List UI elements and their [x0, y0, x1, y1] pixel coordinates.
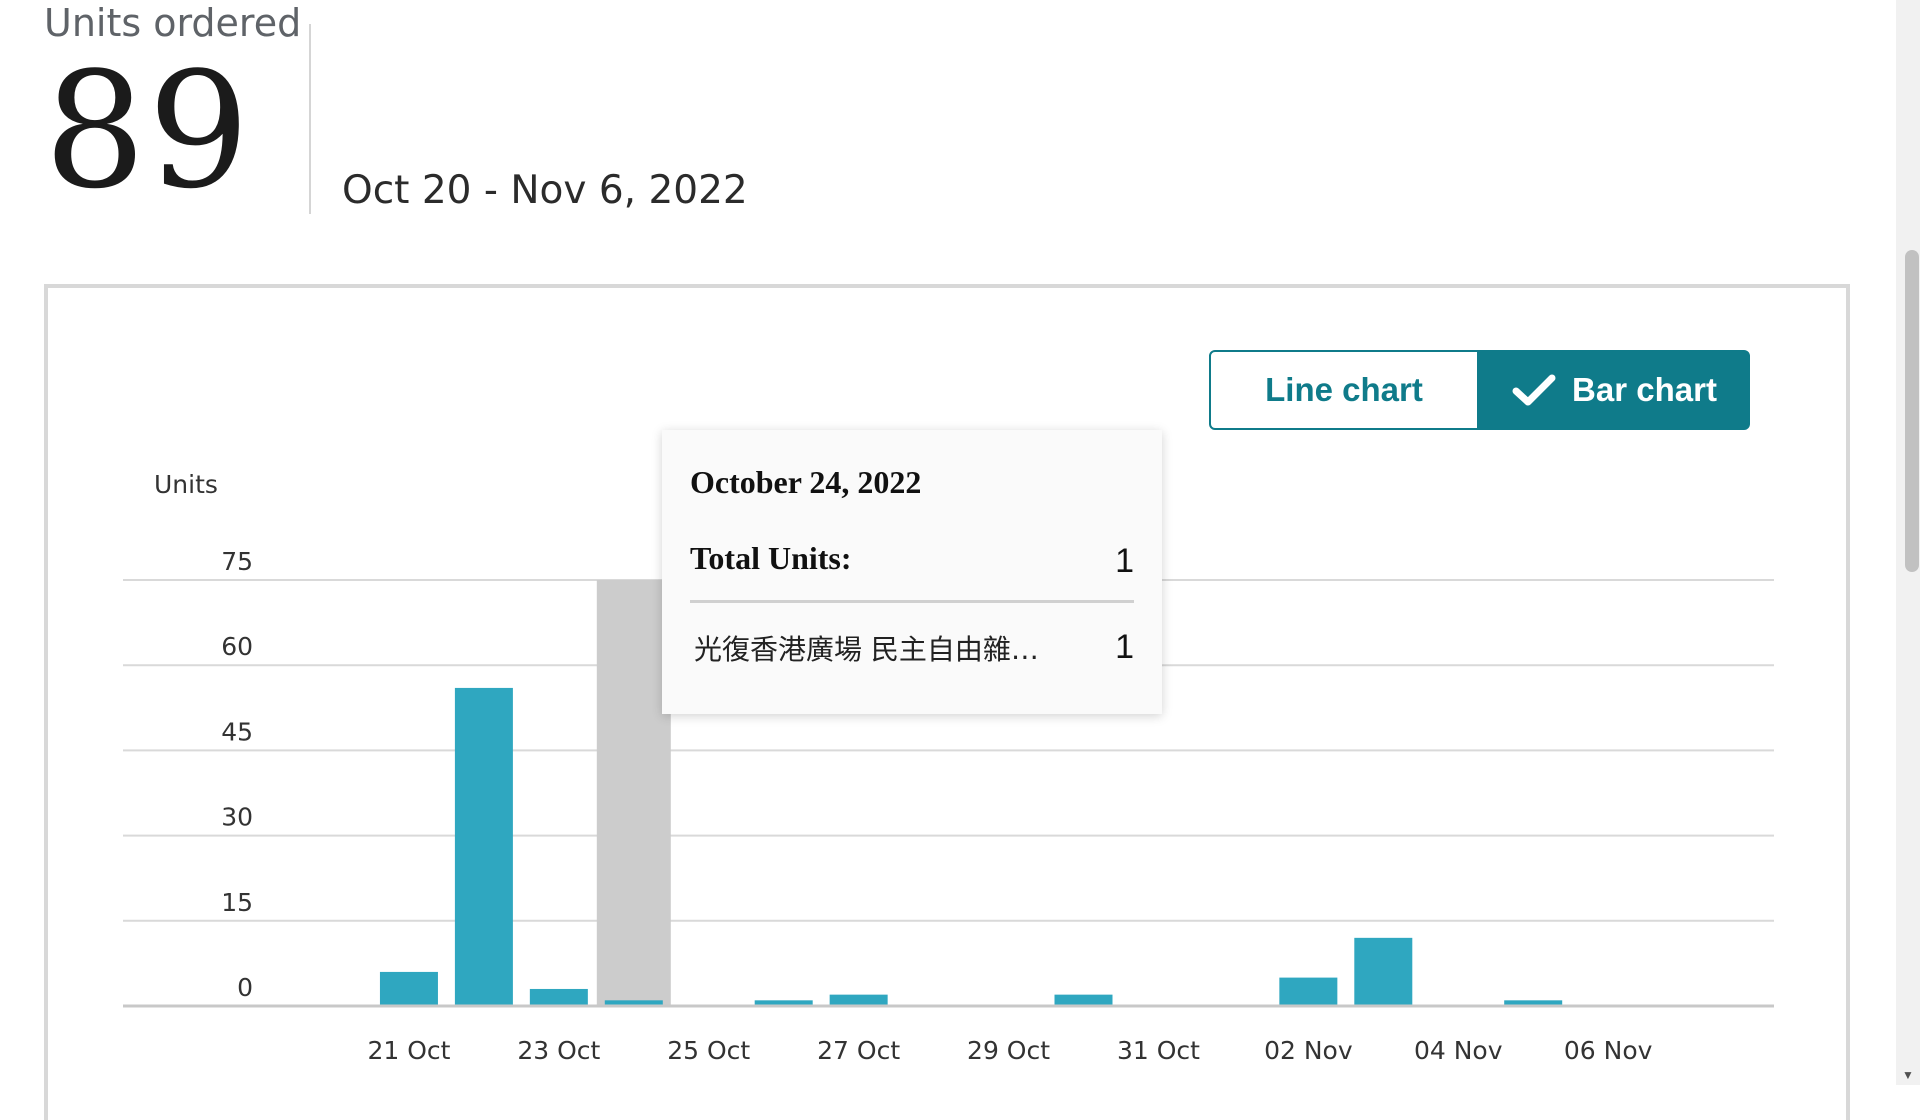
bar [1279, 977, 1338, 1006]
y-tick-label: 60 [221, 632, 253, 661]
bar [529, 988, 588, 1006]
x-tick-label: 27 Oct [817, 1036, 900, 1065]
x-tick-label: 02 Nov [1264, 1036, 1353, 1065]
tooltip-total-value: 1 [1115, 542, 1134, 580]
tooltip-date: October 24, 2022 [690, 464, 922, 500]
chart-tooltip: October 24, 2022 Total Units: 1 光復香港廣場 民… [662, 430, 1162, 714]
tooltip-divider [690, 600, 1134, 603]
x-tick-label: 25 Oct [667, 1036, 750, 1065]
y-tick-label: 75 [221, 547, 253, 576]
bar [1054, 994, 1113, 1006]
highlight-band [596, 580, 671, 1006]
x-tick-label: 04 Nov [1414, 1036, 1503, 1065]
tooltip-total-label: Total Units: [690, 540, 852, 576]
bar [829, 994, 888, 1006]
x-tick-label: 23 Oct [517, 1036, 600, 1065]
x-tick-label: 31 Oct [1117, 1036, 1200, 1065]
y-tick-label: 30 [221, 803, 253, 832]
bar [454, 687, 513, 1006]
bar [1354, 937, 1413, 1006]
x-tick-label: 29 Oct [967, 1036, 1050, 1065]
y-tick-label: 0 [237, 973, 253, 1002]
bar [379, 971, 438, 1006]
tooltip-item-value: 1 [1115, 628, 1134, 666]
scrollbar-thumb[interactable] [1905, 250, 1919, 572]
scroll-down-icon[interactable]: ▼ [1902, 1068, 1914, 1082]
y-tick-label: 15 [221, 888, 253, 917]
y-tick-label: 45 [221, 717, 253, 746]
x-tick-label: 21 Oct [367, 1036, 450, 1065]
x-tick-label: 06 Nov [1564, 1036, 1653, 1065]
tooltip-item-label: 光復香港廣場 民主自由雜… [694, 633, 1039, 666]
